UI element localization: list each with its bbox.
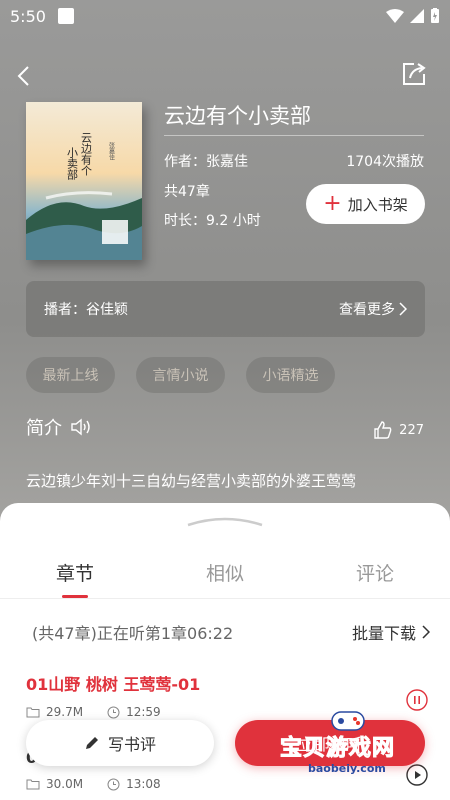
intro-heading: 简介: [26, 414, 94, 440]
signal-icon: [410, 9, 424, 23]
drag-handle[interactable]: [186, 513, 264, 527]
book-cover[interactable]: 云边有个 小卖部 张嘉佳: [26, 102, 142, 260]
play-icon[interactable]: [406, 764, 428, 786]
chapter-size: 30.0M: [46, 777, 84, 791]
view-more-link[interactable]: 查看更多: [339, 299, 407, 319]
status-time: 5:50: [10, 6, 46, 26]
tab-bar: 章节 相似 评论: [0, 559, 450, 586]
view-more-label: 查看更多: [339, 302, 395, 318]
duration-label: 时长：9.2 小时: [164, 213, 261, 229]
svg-text:张嘉佳: 张嘉佳: [108, 141, 115, 160]
svg-text:小卖部: 小卖部: [66, 147, 79, 180]
book-title: 云边有个小卖部: [164, 104, 311, 128]
share-icon: [403, 63, 426, 85]
chapter-title: 01山野 桃树 王莺莺-01: [26, 675, 201, 694]
back-button[interactable]: [8, 60, 40, 92]
like-count: 227: [399, 422, 424, 438]
chapter-meta: 29.7M 12:59: [26, 705, 426, 719]
add-to-shelf-button[interactable]: + 加入书架: [306, 184, 425, 224]
chapter-size: 29.7M: [46, 705, 84, 719]
add-to-shelf-label: 加入书架: [347, 195, 408, 214]
folder-icon: [26, 779, 40, 790]
status-bar: 5:50: [0, 0, 450, 32]
intro-title: 简介: [26, 418, 62, 439]
tag-chip[interactable]: 最新上线: [26, 357, 115, 393]
pencil-icon: [85, 737, 98, 749]
tab-divider: [0, 598, 450, 599]
play-count: 1704次播放: [346, 154, 424, 170]
title-divider: [164, 135, 424, 136]
write-review-label: 写书评: [107, 735, 156, 754]
wifi-icon: [386, 9, 404, 23]
like-button[interactable]: 227: [373, 420, 424, 440]
narrator-panel: 播者：谷佳颖 查看更多: [26, 281, 425, 337]
status-icons: [386, 8, 440, 24]
chapter-duration: 13:08: [126, 777, 161, 791]
tag-chip[interactable]: 言情小说: [136, 357, 225, 393]
notification-icon: [57, 8, 74, 24]
clock-icon: [107, 706, 120, 718]
listen-now-button[interactable]: 立即收听: [235, 720, 425, 766]
batch-download-label: 批量下载: [351, 624, 416, 643]
listen-status: (共47章)正在听第1章06:22: [32, 624, 234, 643]
clock-icon: [107, 778, 120, 790]
chevron-left-icon: [17, 66, 29, 86]
chevron-right-icon: [422, 625, 430, 639]
battery-icon: [431, 8, 439, 23]
write-review-button[interactable]: 写书评: [26, 720, 214, 766]
share-button[interactable]: [398, 58, 430, 90]
cover-illustration: 云边有个 小卖部 张嘉佳: [26, 102, 142, 260]
speaker-icon[interactable]: [70, 417, 94, 437]
chapter-count: 共47章: [164, 184, 210, 200]
tab-comments[interactable]: 评论: [300, 559, 450, 586]
tab-similar[interactable]: 相似: [150, 559, 300, 586]
chapter-duration: 12:59: [126, 705, 161, 719]
folder-icon: [26, 707, 40, 718]
chapter-row[interactable]: 01山野 桃树 王莺莺-01 29.7M 12:59: [26, 671, 426, 719]
intro-text: 云边镇少年刘十三自幼与经营小卖部的外婆王莺莺: [26, 472, 357, 490]
thumbs-up-icon: [374, 421, 392, 439]
plus-icon: +: [323, 191, 342, 216]
pause-icon[interactable]: [406, 689, 428, 711]
author-label: 作者：张嘉佳: [164, 154, 248, 170]
narrator-label: 播者：谷佳颖: [44, 302, 128, 318]
tab-chapters[interactable]: 章节: [0, 559, 150, 586]
batch-download-button[interactable]: 批量下载: [352, 620, 430, 644]
listen-now-label: 立即收听: [297, 735, 362, 754]
cover-title-text: 云边有个: [80, 132, 93, 176]
tag-chip[interactable]: 小语精选: [246, 357, 335, 393]
chapter-meta: 30.0M 13:08: [26, 777, 426, 791]
chevron-right-icon: [399, 302, 407, 316]
